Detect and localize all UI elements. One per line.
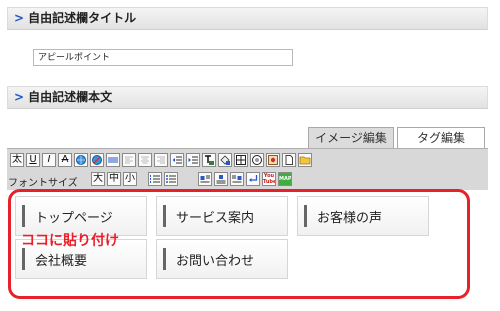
bulleted-list-icon (166, 175, 176, 183)
line-break-icon (249, 175, 258, 182)
font-size-small-button[interactable]: 小 (123, 172, 137, 186)
layout-center-icon (216, 175, 226, 184)
text-color-button[interactable] (202, 153, 216, 167)
nav-button-label: サービス案内 (176, 210, 255, 226)
font-size-medium-button[interactable]: 中 (107, 172, 121, 186)
emoji-icon (252, 155, 262, 165)
nav-divider-bar (163, 205, 166, 227)
bold-button[interactable]: 太 (10, 153, 24, 167)
map-button[interactable]: MAP (278, 172, 292, 186)
horizontal-rule-button[interactable] (106, 153, 120, 167)
layout-left-button[interactable] (198, 172, 212, 186)
remove-link-button[interactable] (90, 153, 104, 167)
chevron-right-icon: > (14, 11, 25, 25)
folder-icon (299, 156, 311, 165)
nav-button-label: お客様の声 (317, 210, 383, 226)
align-right-icon (157, 156, 165, 164)
insert-image-button[interactable] (266, 153, 280, 167)
unordered-list-button[interactable] (164, 172, 178, 186)
nav-divider-bar (304, 205, 307, 227)
editor-toolbar: 太 U I A フォントサイズ 大 中 小 You Tube MAP (7, 148, 488, 190)
free-body-section-header: > 自由記述欄本文 (7, 86, 488, 109)
underline-button[interactable]: U (26, 153, 40, 167)
text-color-icon (205, 155, 214, 165)
chevron-right-icon: > (14, 90, 25, 104)
nav-divider-bar (163, 248, 166, 270)
font-size-large-button[interactable]: 大 (91, 172, 105, 186)
new-document-button[interactable] (282, 153, 296, 167)
layout-right-icon (232, 175, 242, 183)
align-center-button[interactable] (138, 153, 152, 167)
layout-center-button[interactable] (214, 172, 228, 186)
insert-table-button[interactable] (234, 153, 248, 167)
free-title-heading: 自由記述欄タイトル (28, 11, 137, 25)
indent-icon (188, 156, 198, 164)
nav-divider-bar (22, 248, 25, 270)
ordered-list-button[interactable] (148, 172, 162, 186)
document-icon (285, 155, 293, 165)
nav-button-label: お問い合わせ (176, 253, 255, 269)
paste-here-caption: ココに貼り付け (21, 233, 119, 249)
strikethrough-button[interactable]: A (58, 153, 72, 167)
horizontal-rule-icon (108, 157, 118, 163)
outdent-icon (172, 156, 182, 164)
nav-button-customer-voice[interactable]: お客様の声 (297, 196, 429, 236)
align-right-button[interactable] (154, 153, 168, 167)
tab-tag-edit[interactable]: タグ編集 (397, 127, 485, 148)
tab-image-edit[interactable]: イメージ編集 (308, 127, 394, 148)
table-icon (236, 155, 246, 165)
italic-button[interactable]: I (42, 153, 56, 167)
align-left-button[interactable] (122, 153, 136, 167)
layout-left-icon (200, 175, 210, 183)
background-color-button[interactable] (218, 153, 232, 167)
align-left-icon (125, 156, 133, 164)
map-icon: MAP (279, 176, 292, 182)
insert-link-button[interactable] (74, 153, 88, 167)
free-body-heading: 自由記述欄本文 (28, 90, 113, 104)
indent-button[interactable] (186, 153, 200, 167)
nav-divider-bar (22, 205, 25, 227)
youtube-button[interactable]: You Tube (262, 172, 276, 186)
outdent-button[interactable] (170, 153, 184, 167)
globe-link-icon (76, 155, 86, 165)
paint-bucket-icon (220, 155, 230, 165)
free-title-section-header: > 自由記述欄タイトル (7, 7, 488, 30)
nav-button-contact[interactable]: お問い合わせ (156, 239, 288, 279)
nav-button-label: 会社概要 (35, 253, 88, 269)
line-break-button[interactable] (246, 172, 260, 186)
nav-button-label: トップページ (35, 210, 113, 226)
open-folder-button[interactable] (298, 153, 312, 167)
align-center-icon (141, 156, 149, 164)
layout-right-button[interactable] (230, 172, 244, 186)
font-size-label: フォントサイズ (8, 178, 78, 189)
numbered-list-icon (150, 175, 160, 183)
image-icon (268, 155, 278, 165)
nav-button-services[interactable]: サービス案内 (156, 196, 288, 236)
globe-unlink-icon (92, 155, 102, 165)
youtube-icon: You Tube (263, 173, 276, 185)
emoji-button[interactable] (250, 153, 264, 167)
free-title-input[interactable]: アピールポイント (33, 49, 293, 66)
